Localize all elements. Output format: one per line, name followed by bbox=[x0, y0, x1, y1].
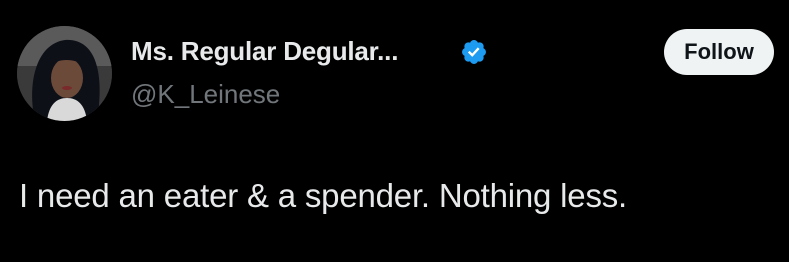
avatar-image bbox=[17, 26, 112, 121]
tweet-text: I need an eater & a spender. Nothing les… bbox=[19, 177, 628, 214]
verified-badge-icon bbox=[462, 40, 486, 64]
user-handle[interactable]: @K_Leinese bbox=[131, 79, 280, 110]
follow-button[interactable]: Follow bbox=[664, 29, 774, 75]
avatar[interactable] bbox=[17, 26, 112, 121]
tweet-card: Ms. Regular Degular... @K_Leinese Follow… bbox=[0, 0, 789, 262]
display-name[interactable]: Ms. Regular Degular... bbox=[131, 36, 398, 67]
